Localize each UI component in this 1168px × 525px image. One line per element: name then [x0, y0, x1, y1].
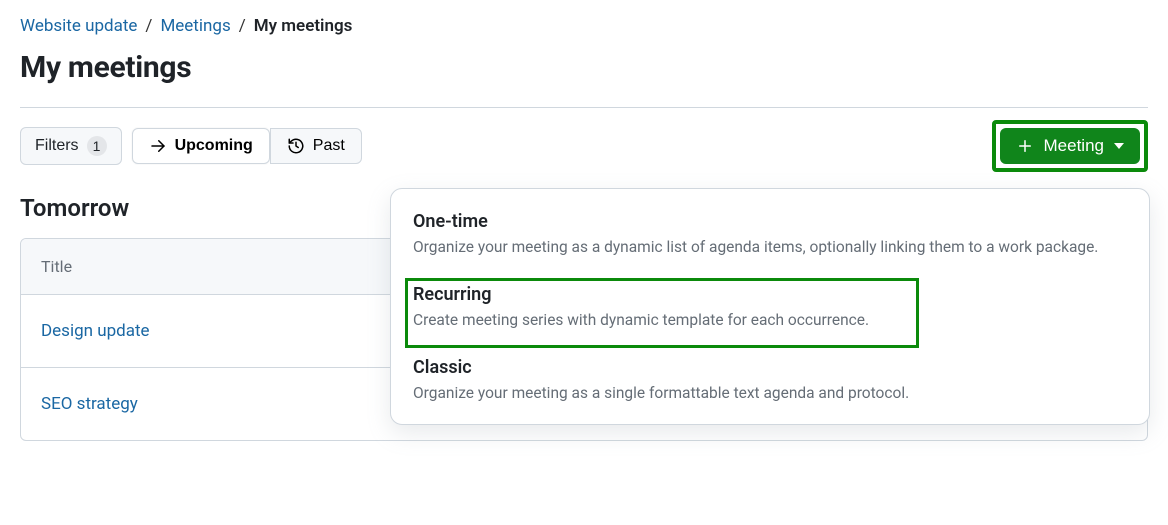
filters-count-badge: 1 [87, 136, 107, 156]
dropdown-item-title: Classic [413, 357, 1127, 378]
breadcrumb-project[interactable]: Website update [20, 16, 137, 36]
dropdown-item-desc: Organize your meeting as a dynamic list … [413, 238, 1127, 256]
add-meeting-button[interactable]: Meeting [1000, 128, 1140, 164]
chevron-down-icon [1114, 143, 1124, 149]
filters-label: Filters [35, 137, 79, 155]
dropdown-item-title: One-time [413, 211, 1127, 232]
past-label: Past [313, 137, 345, 155]
dropdown-item-recurring[interactable]: Recurring Create meeting series with dyn… [391, 270, 1149, 343]
dropdown-item-title: Recurring [413, 284, 1127, 305]
page-title: My meetings [20, 50, 1148, 85]
dropdown-item-classic[interactable]: Classic Organize your meeting as a singl… [391, 343, 1149, 416]
meeting-row-title[interactable]: SEO strategy [41, 394, 421, 414]
breadcrumb-meetings[interactable]: Meetings [160, 16, 230, 36]
time-filter-segment: Upcoming Past [132, 128, 362, 164]
toolbar: Filters 1 Upcoming Past Meeting [20, 108, 1148, 172]
upcoming-label: Upcoming [175, 137, 253, 155]
meeting-row-title[interactable]: Design update [41, 321, 421, 341]
arrow-right-icon [149, 137, 167, 155]
tab-upcoming[interactable]: Upcoming [132, 128, 270, 164]
tab-past[interactable]: Past [270, 128, 362, 164]
add-meeting-label: Meeting [1044, 136, 1104, 156]
dropdown-item-desc: Create meeting series with dynamic templ… [413, 311, 1127, 329]
breadcrumb-current: My meetings [254, 16, 353, 36]
plus-icon [1016, 137, 1034, 155]
breadcrumb-sep-icon: / [239, 16, 246, 36]
dropdown-item-desc: Organize your meeting as a single format… [413, 384, 1127, 402]
add-meeting-highlight: Meeting [992, 120, 1148, 172]
dropdown-item-one-time[interactable]: One-time Organize your meeting as a dyna… [391, 197, 1149, 270]
history-icon [287, 137, 305, 155]
breadcrumb-sep-icon: / [145, 16, 152, 36]
breadcrumb: Website update / Meetings / My meetings [20, 16, 1148, 36]
column-title-header: Title [41, 257, 421, 276]
filters-button[interactable]: Filters 1 [20, 127, 122, 165]
meeting-type-dropdown: One-time Organize your meeting as a dyna… [390, 188, 1150, 425]
